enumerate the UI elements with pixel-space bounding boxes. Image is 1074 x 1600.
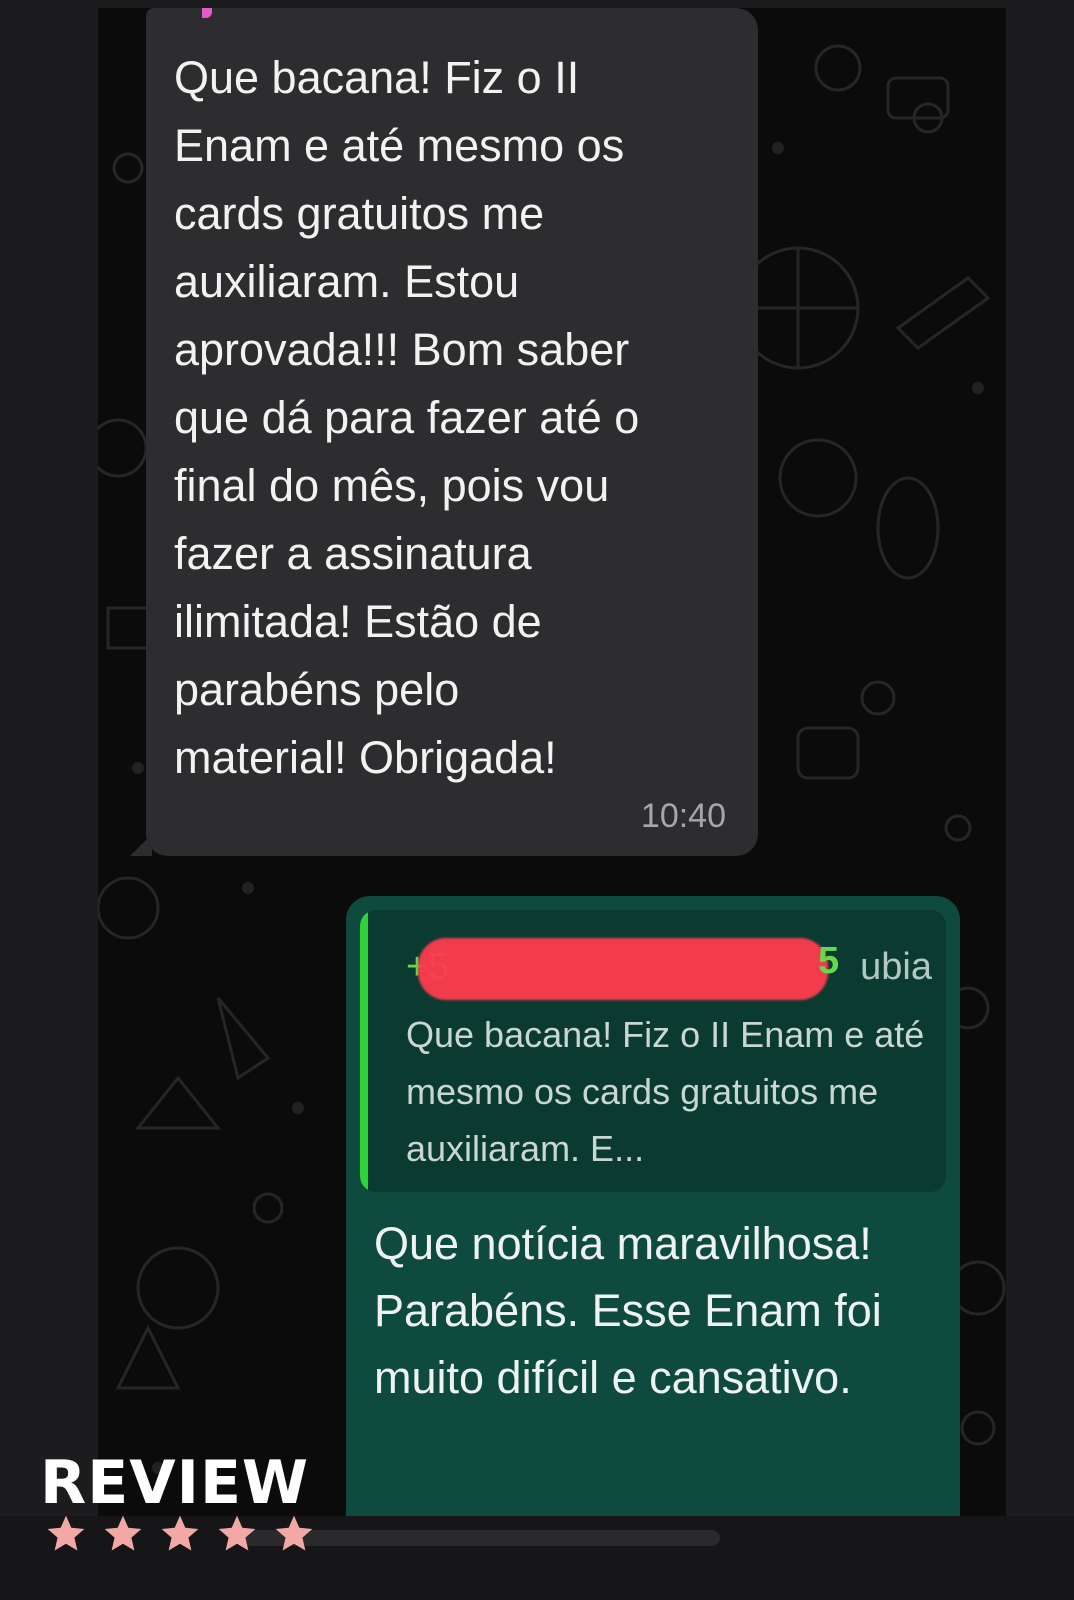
star-icon: [161, 1515, 199, 1551]
review-label: REVIEW: [40, 1448, 310, 1518]
outgoing-message-bubble[interactable]: +5 ubia 5 Que bacana! Fiz o II Enam e at…: [346, 896, 960, 1528]
screenshot-frame: Que bacana! Fiz o II Enam e até mesmo os…: [0, 0, 1074, 1600]
quote-accent-bar: [360, 910, 368, 1192]
quoted-message[interactable]: +5 ubia 5 Que bacana! Fiz o II Enam e at…: [360, 910, 946, 1192]
redaction-scribble: [418, 938, 828, 1000]
outgoing-message-text: Que notícia maravilhosa! Parabéns. Esse …: [374, 1218, 882, 1403]
quoted-author-phone-end: 5: [818, 940, 840, 982]
star-icon: [275, 1515, 313, 1551]
star-icon: [218, 1515, 256, 1551]
star-icon: [47, 1515, 85, 1551]
incoming-message-bubble[interactable]: Que bacana! Fiz o II Enam e até mesmo os…: [130, 8, 758, 856]
incoming-message-text: Que bacana! Fiz o II Enam e até mesmo os…: [174, 52, 640, 783]
quoted-message-text: Que bacana! Fiz o II Enam e até mesmo os…: [406, 1014, 925, 1169]
star-icon: [104, 1515, 142, 1551]
reaction-marker: [202, 8, 212, 18]
chat-background: Que bacana! Fiz o II Enam e até mesmo os…: [98, 8, 1006, 1528]
bubble-tail: [130, 834, 152, 856]
message-timestamp: 10:40: [640, 797, 726, 835]
